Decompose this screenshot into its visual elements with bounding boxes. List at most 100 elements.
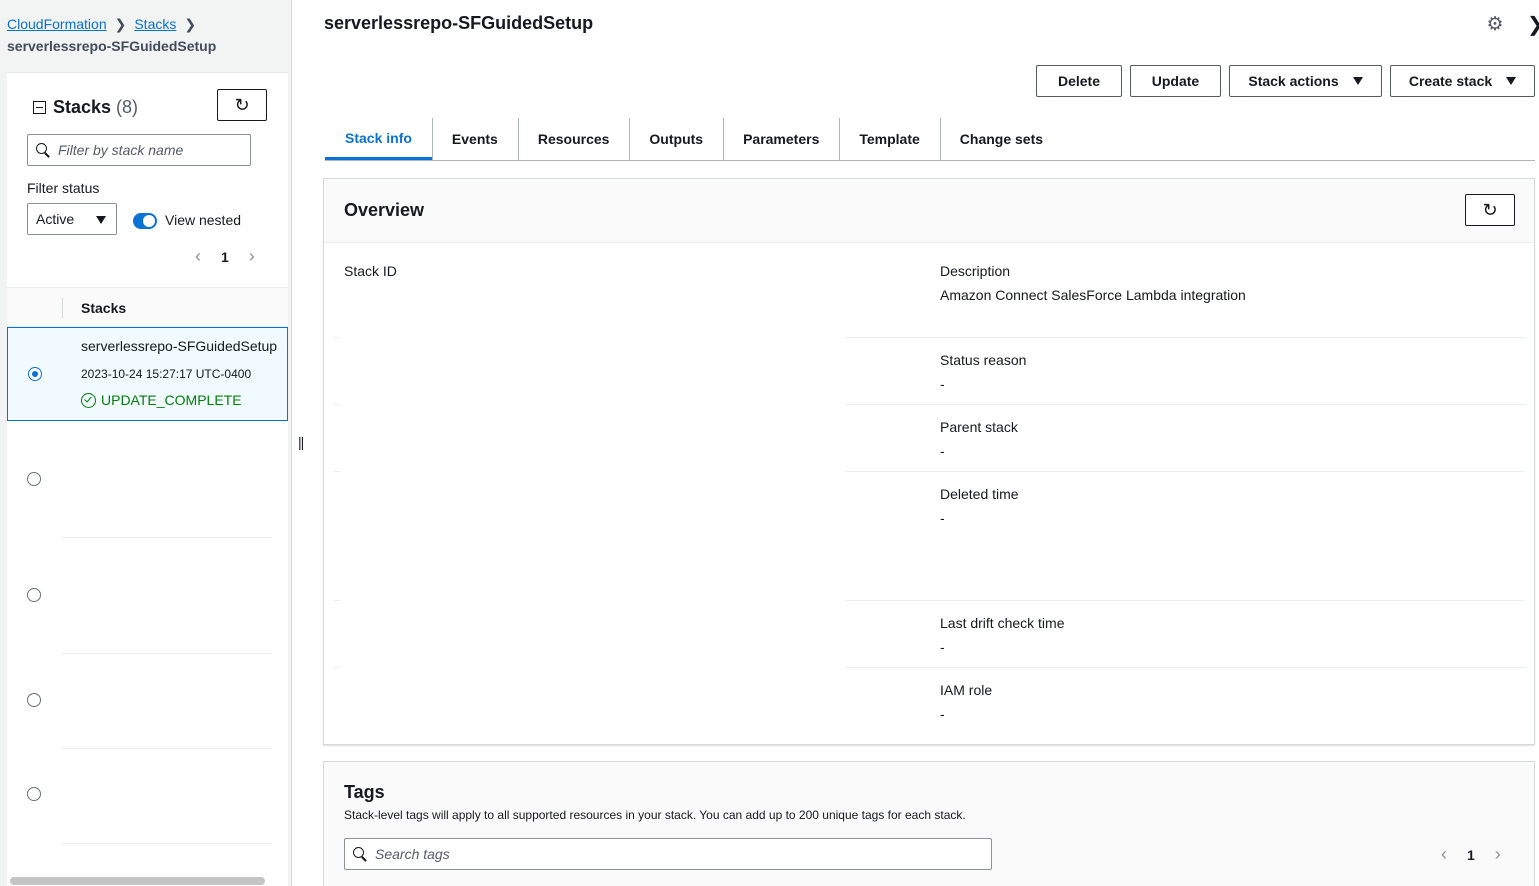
refresh-stacks-button[interactable]: ↻ xyxy=(217,89,267,121)
filter-stack-name-input[interactable] xyxy=(58,142,238,158)
field-divider xyxy=(845,337,1525,338)
create-stack-label: Create stack xyxy=(1408,73,1493,89)
overview-title: Overview xyxy=(344,200,425,220)
stack-row-radio[interactable] xyxy=(27,787,41,801)
chevron-right-icon: ❯ xyxy=(184,16,197,32)
chevron-right-icon[interactable]: ❯ xyxy=(1527,12,1539,37)
search-icon xyxy=(353,847,367,861)
delete-button[interactable]: Delete xyxy=(1036,65,1122,97)
stack-name[interactable]: serverlessrepo-SFGuidedSetup xyxy=(81,338,277,354)
next-page-icon[interactable]: › xyxy=(249,246,255,267)
tab-parameters[interactable]: Parameters xyxy=(723,118,839,160)
stacks-column-header[interactable]: Stacks xyxy=(81,300,126,316)
field-divider xyxy=(334,600,340,601)
stacks-panel-header: Stacks (8) xyxy=(33,97,138,118)
column-divider xyxy=(62,298,63,318)
deleted-time-label: Deleted time xyxy=(940,486,1019,502)
collapse-icon[interactable] xyxy=(33,101,46,114)
view-nested-label: View nested xyxy=(165,212,242,228)
stack-row[interactable]: serverlessrepo-SFGuidedSetup 2023-10-24 … xyxy=(7,327,288,421)
create-stack-button[interactable]: Create stack xyxy=(1390,65,1535,97)
previous-page-icon[interactable]: ‹ xyxy=(195,246,201,267)
stack-row[interactable] xyxy=(7,421,288,537)
search-tags-input[interactable] xyxy=(375,846,975,862)
overview-header: Overview ↻ xyxy=(324,179,1534,243)
deleted-time-value: - xyxy=(940,510,945,526)
field-divider xyxy=(334,667,340,668)
status-reason-label: Status reason xyxy=(940,352,1027,368)
stack-row[interactable] xyxy=(7,749,288,843)
description-label: Description xyxy=(940,263,1011,279)
field-divider xyxy=(334,404,340,405)
stacks-title: Stacks xyxy=(53,97,112,117)
previous-page-icon[interactable]: ‹ xyxy=(1441,844,1447,865)
filter-status-value: Active xyxy=(36,211,75,227)
refresh-icon: ↻ xyxy=(234,94,250,115)
stack-actions-label: Stack actions xyxy=(1248,73,1339,89)
panel-resize-handle[interactable]: || xyxy=(298,434,304,450)
delete-button-label: Delete xyxy=(1057,73,1101,89)
stack-row[interactable] xyxy=(7,538,288,653)
caret-down-icon xyxy=(1352,77,1363,85)
stack-status-text: UPDATE_COMPLETE xyxy=(101,392,242,408)
tab-change-sets[interactable]: Change sets xyxy=(939,118,1063,160)
stack-row-radio[interactable] xyxy=(28,367,42,381)
tab-stack-info[interactable]: Stack info xyxy=(325,118,432,160)
current-page-number[interactable]: 1 xyxy=(221,249,229,265)
parent-stack-value: - xyxy=(940,443,945,459)
stacks-table-header: Stacks xyxy=(7,287,288,327)
filter-status-select[interactable]: Active xyxy=(27,203,117,235)
stacks-list-panel: Stacks (8) ↻ Filter status Active View n… xyxy=(7,72,288,886)
page-title: serverlessrepo-SFGuidedSetup xyxy=(324,13,594,33)
stack-row-radio[interactable] xyxy=(27,693,41,707)
caret-down-icon xyxy=(96,216,106,224)
breadcrumb-stacks[interactable]: Stacks xyxy=(134,16,176,32)
stacks-pagination: ‹ 1 › xyxy=(195,246,255,267)
next-page-icon[interactable]: › xyxy=(1495,844,1501,865)
filter-status-label: Filter status xyxy=(27,180,100,196)
filter-stack-name-field[interactable] xyxy=(27,134,251,166)
breadcrumb-current: serverlessrepo-SFGuidedSetup xyxy=(7,38,217,54)
field-divider xyxy=(845,404,1525,405)
search-icon xyxy=(36,143,50,157)
horizontal-scrollbar[interactable] xyxy=(10,877,265,885)
tags-description: Stack-level tags will apply to all suppo… xyxy=(344,808,966,822)
search-tags-field[interactable] xyxy=(344,838,992,870)
stack-row-radio[interactable] xyxy=(27,472,41,486)
status-success-icon xyxy=(81,392,96,408)
caret-down-icon xyxy=(1506,77,1517,85)
last-drift-check-value: - xyxy=(940,639,945,655)
stack-row[interactable] xyxy=(7,654,288,748)
field-divider xyxy=(334,471,340,472)
update-button[interactable]: Update xyxy=(1130,65,1221,97)
refresh-icon: ↻ xyxy=(1482,199,1498,220)
stack-id-label: Stack ID xyxy=(344,263,397,279)
tags-title: Tags xyxy=(344,782,385,802)
chevron-right-icon: ❯ xyxy=(114,16,127,32)
row-divider xyxy=(62,843,272,844)
stack-actions-button[interactable]: Stack actions xyxy=(1229,65,1382,97)
view-nested-toggle[interactable] xyxy=(133,213,157,229)
tab-resources[interactable]: Resources xyxy=(517,118,630,160)
stack-row-radio[interactable] xyxy=(27,588,41,602)
stack-tabs: Stack info Events Resources Outputs Para… xyxy=(325,118,1535,161)
stack-created-time: 2023-10-24 15:27:17 UTC-0400 xyxy=(81,367,252,381)
field-divider xyxy=(845,471,1525,472)
parent-stack-label: Parent stack xyxy=(940,419,1018,435)
field-divider xyxy=(334,337,340,338)
stack-status: UPDATE_COMPLETE xyxy=(81,392,242,408)
stacks-sidebar: CloudFormation ❯ Stacks ❯ serverlessrepo-SF… xyxy=(0,0,292,886)
stacks-count: (8) xyxy=(116,97,139,117)
current-page-number[interactable]: 1 xyxy=(1467,847,1475,863)
field-divider xyxy=(845,600,1525,601)
update-button-label: Update xyxy=(1151,73,1200,89)
field-divider xyxy=(845,667,1525,668)
tab-events[interactable]: Events xyxy=(431,118,518,160)
overview-panel: Overview ↻ Stack ID Description Amazon C… xyxy=(323,178,1535,745)
tab-outputs[interactable]: Outputs xyxy=(629,118,723,160)
gear-icon[interactable]: ⚙ xyxy=(1485,15,1505,35)
last-drift-check-label: Last drift check time xyxy=(940,615,1065,631)
refresh-overview-button[interactable]: ↻ xyxy=(1465,194,1515,226)
tab-template[interactable]: Template xyxy=(839,118,939,160)
breadcrumb-cloudformation[interactable]: CloudFormation xyxy=(7,16,107,32)
